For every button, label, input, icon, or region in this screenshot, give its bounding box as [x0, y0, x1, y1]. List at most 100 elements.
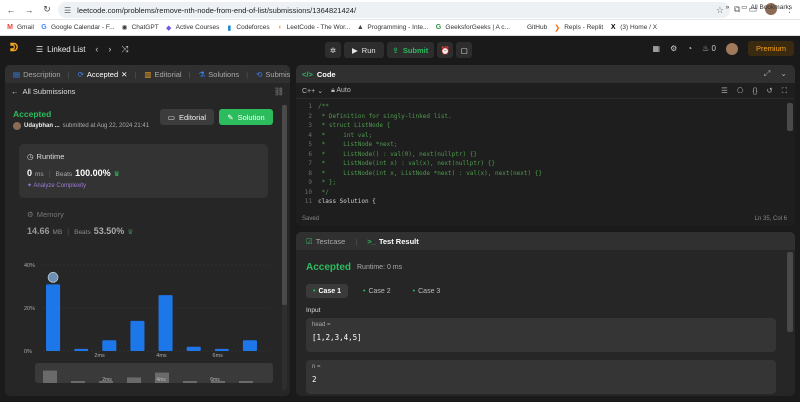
accepted-icon: ⟳ [77, 69, 84, 79]
chart-bar[interactable] [242, 340, 257, 351]
minimap-tick-label: 6ms [210, 377, 220, 383]
tab-testcase[interactable]: ☑ Testcase [302, 237, 349, 246]
braces-icon[interactable]: {} [752, 86, 757, 96]
code-scrollbar[interactable] [787, 103, 793, 131]
chart-bar[interactable] [130, 320, 145, 351]
debug-icon[interactable]: ✲ [325, 42, 341, 58]
tab-solutions[interactable]: ⚗ Solutions | [195, 70, 253, 79]
list-icon: ☰ [36, 44, 44, 54]
chart-bar[interactable] [46, 284, 61, 351]
case-tab-2[interactable]: • Case 2 [356, 284, 398, 298]
note-icon[interactable]: ▢ [456, 42, 473, 58]
bookmark-item[interactable]: X (3) Home / X [609, 24, 657, 32]
layout-icon[interactable]: ▦ [653, 44, 661, 53]
address-bar[interactable]: ☰ leetcode.com/problems/remove-nth-node-… [58, 2, 730, 18]
bookmark-item[interactable]: ❯ Repls - Replit [553, 24, 603, 32]
solution-button[interactable]: ✎ Solution [219, 109, 273, 125]
share-link-icon[interactable]: ⛓ [274, 87, 284, 96]
language-label: C++ [302, 87, 316, 95]
bookmark-item[interactable]: G GeeksforGeeks | A c... [434, 24, 510, 32]
collapse-icon[interactable]: ⌄ [780, 69, 787, 79]
all-bookmarks-button[interactable]: ▭ All Bookmarks [741, 3, 792, 12]
runtime-card[interactable]: ◷ Runtime 0 ms | Beats 100.00% ♛ ✦ Analy… [19, 144, 268, 198]
back-arrow-icon: ← [11, 87, 19, 96]
language-select[interactable]: C++ ⌄ [302, 87, 323, 95]
bookmark-item[interactable]: M Gmail [6, 24, 34, 32]
more-bookmarks-button[interactable]: » [726, 4, 730, 11]
result-scrollbar[interactable] [787, 252, 793, 332]
tab-editorial[interactable]: ▥ Editorial | [140, 70, 194, 79]
left-scrollbar[interactable] [282, 105, 287, 390]
code-line: 11 class Solution { [296, 198, 786, 208]
chart-bar[interactable] [186, 346, 201, 351]
case-tab-1[interactable]: • Case 1 [306, 284, 349, 298]
case-tab-3[interactable]: • Case 3 [406, 284, 448, 298]
streak-badge[interactable]: ♨ 0 [702, 44, 716, 53]
timer-icon[interactable]: ⏰ [437, 42, 454, 58]
bookmark-icon[interactable]: ⎔ [737, 86, 744, 96]
format-icon[interactable]: ☰ [721, 86, 728, 96]
chart-bar[interactable] [102, 340, 117, 351]
shuffle-icon[interactable]: ⤨ [121, 44, 128, 55]
problem-list-label: Linked List [47, 44, 86, 54]
submissions-icon: ⟲ [256, 69, 263, 79]
analyze-complexity-link[interactable]: ✦ Analyze Complexity [27, 182, 86, 189]
reset-icon[interactable]: ↺ [766, 86, 772, 96]
mode-select[interactable]: 🔒︎ Auto [331, 87, 351, 95]
left-tabbar: ▤ Description | ⟳ Accepted ✕ | ▥ Editorial | ⚗ Solu… [5, 65, 290, 83]
result-runtime: Runtime: 0 ms [357, 264, 403, 271]
bookmark-item[interactable]: ◆ Active Courses [165, 24, 220, 32]
tab-accepted[interactable]: ⟳ Accepted ✕ | [74, 70, 141, 79]
bookmark-item[interactable]: ▮ Codeforces [225, 24, 269, 32]
bookmark-item[interactable]: ◖ LeetCode - The Wor... [276, 24, 351, 32]
tab-label: Solutions [208, 69, 240, 79]
chart-bar[interactable] [158, 295, 173, 351]
site-info-icon[interactable]: ☰ [64, 6, 71, 15]
mode-label: Auto [336, 86, 351, 94]
premium-button[interactable]: Premium [747, 41, 794, 56]
reload-icon[interactable]: ↻ [40, 3, 54, 17]
bookmark-star-icon[interactable]: ☆ [716, 5, 724, 16]
maximize-icon[interactable]: ⤢ [764, 69, 770, 79]
memory-beats-label: Beats [74, 229, 91, 236]
user-avatar[interactable] [725, 42, 738, 55]
prev-problem-icon[interactable]: ‹ [95, 44, 98, 55]
cursor-position: Ln 35, Col 6 [754, 216, 787, 222]
leetcode-logo-icon[interactable]: ᕲ [10, 42, 22, 56]
run-button[interactable]: ▶ Run [344, 42, 384, 58]
memory-heading[interactable]: ⚙ Memory [27, 210, 64, 219]
code-editor[interactable]: 1 /** 2 * Definition for singly-linked lis… [296, 103, 786, 211]
bookmark-item[interactable]: ▲ Programming - Inte... [356, 24, 429, 32]
chart-bar[interactable] [214, 348, 229, 351]
username[interactable]: Udaybhan ... [24, 123, 60, 129]
settings-icon[interactable]: ⚙ [670, 44, 677, 53]
runtime-distribution-chart[interactable]: 40% 20% 0% 2ms 4ms 6ms [23, 255, 273, 359]
line-number: 5 [308, 141, 312, 148]
next-problem-icon[interactable]: › [108, 44, 111, 55]
bookmark-favicon-icon: X [610, 24, 616, 31]
left-scroll-thumb[interactable] [282, 105, 287, 305]
bookmark-label: Active Courses [175, 24, 220, 31]
chart-range-slider[interactable]: 2ms 4ms 6ms [35, 363, 273, 383]
bookmark-item[interactable]: ✺ ChatGPT [121, 24, 159, 32]
bookmark-favicon-icon [516, 24, 524, 32]
tab-submissions[interactable]: ⟲Submissions [252, 70, 290, 79]
checkbox-icon: ☑ [306, 236, 313, 246]
chart-bar[interactable] [74, 348, 89, 351]
close-tab-icon[interactable]: ✕ [121, 70, 127, 79]
all-submissions-link[interactable]: ← All Submissions [11, 87, 75, 96]
crown-icon: ♛ [113, 171, 120, 178]
memory-stats: 14.66 MB | Beats 53.50% ♛ [27, 226, 134, 236]
bookmark-item[interactable]: GitHub [516, 24, 547, 32]
line-number: 8 [308, 169, 312, 177]
forward-icon[interactable]: → [22, 3, 36, 17]
fullscreen-icon[interactable]: ⛶ [782, 86, 787, 96]
notifications-icon[interactable]: ◔ [687, 44, 692, 53]
submit-button[interactable]: ⇪ Submit [386, 42, 435, 58]
tab-test-result[interactable]: >_ Test Result [363, 237, 422, 246]
problem-list-button[interactable]: ☰ Linked List [36, 45, 85, 54]
back-icon[interactable]: ← [4, 3, 18, 17]
editorial-button[interactable]: ▭ Editorial [160, 109, 214, 125]
bookmark-item[interactable]: G Google Calendar - F... [40, 24, 114, 32]
tab-description[interactable]: ▤ Description | [9, 70, 74, 79]
